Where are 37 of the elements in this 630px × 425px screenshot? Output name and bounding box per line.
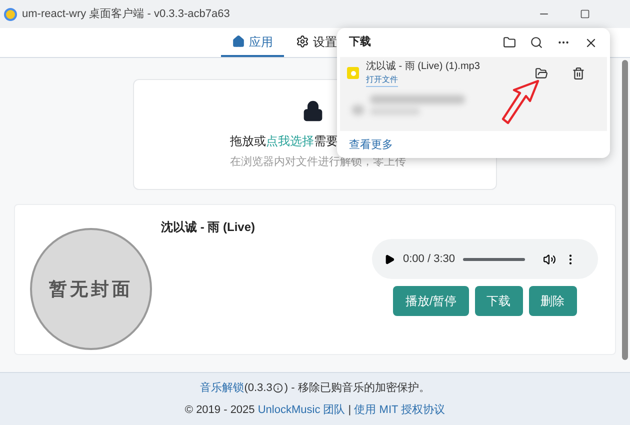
action-button[interactable]: 下载 — [474, 286, 523, 316]
cover-text: 暂无封面 — [49, 278, 133, 300]
tagline-text: - 移除已购音乐的加密保护。 — [290, 380, 430, 396]
folder-icon[interactable] — [503, 36, 516, 49]
file-name: 沈以诚 - 雨 (Live) (1).mp3 — [366, 60, 480, 74]
app-link[interactable]: 音乐解锁 — [200, 380, 244, 396]
music-file-icon — [347, 67, 359, 79]
home-icon — [232, 35, 245, 48]
window-title: um-react-wry 桌面客户端 - v0.3.3-acb7a63 — [22, 6, 230, 22]
license-link[interactable]: 使用 MIT 授权协议 — [354, 404, 446, 416]
drop-instruction: 拖放或点我选择需要 — [230, 133, 338, 150]
settings-icon — [296, 35, 309, 48]
footer-copyright: © 2019 - 2025 UnlockMusic 团队 | 使用 MIT 授权协议 — [184, 402, 446, 418]
play-icon[interactable] — [384, 254, 395, 264]
track-title: 沈以诚 - 雨 (Live) — [161, 219, 256, 236]
search-icon[interactable] — [530, 36, 543, 49]
open-file-link[interactable]: 打开文件 — [366, 74, 398, 87]
action-button[interactable]: 删除 — [528, 286, 577, 316]
time-display: 0:00 / 3:30 — [403, 252, 455, 267]
app-icon — [4, 8, 17, 20]
select-file-link[interactable]: 点我选择 — [266, 134, 314, 148]
info-icon[interactable] — [273, 383, 284, 394]
lock-icon — [302, 100, 324, 122]
trash-icon[interactable] — [572, 66, 585, 80]
tab[interactable]: 设置 — [284, 28, 338, 57]
version-text: (0.3.3 — [244, 381, 272, 396]
action-button[interactable]: 播放/暂停 — [393, 286, 469, 316]
panel-title: 下载 — [349, 34, 371, 50]
team-link[interactable]: UnlockMusic 团队 — [258, 404, 346, 416]
maximize-icon[interactable] — [580, 9, 590, 19]
version-close: ) — [284, 381, 288, 396]
folder-icon[interactable] — [535, 66, 548, 80]
tab[interactable]: 应用 — [221, 28, 284, 57]
see-more-link[interactable]: 查看更多 — [349, 137, 393, 154]
audio-player[interactable]: 0:00 / 3:30 — [372, 239, 598, 279]
volume-icon[interactable] — [543, 252, 556, 266]
progress-track[interactable] — [463, 258, 525, 260]
